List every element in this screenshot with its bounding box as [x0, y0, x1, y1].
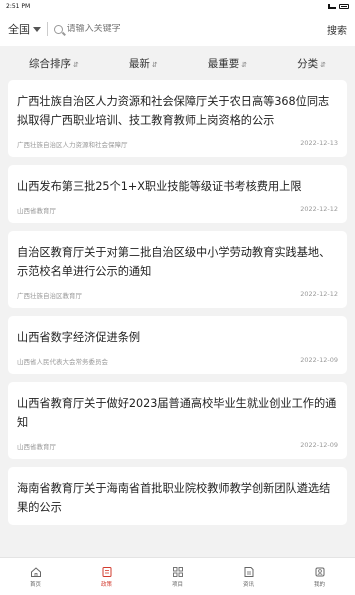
tab-mine[interactable]: 我的: [314, 566, 326, 588]
article-list: 广西壮族自治区人力资源和社会保障厅关于农日高等368位同志拟取得广西职业培训、技…: [0, 80, 355, 525]
search-header: 全国 搜索: [0, 12, 355, 46]
sort-arrows-icon: ⇵: [73, 60, 79, 69]
sort-comprehensive[interactable]: 综合排序 ⇵: [29, 56, 79, 71]
sort-bar: 综合排序 ⇵ 最新 ⇵ 最重要 ⇵ 分类 ⇵: [0, 46, 355, 80]
sort-label: 分类: [297, 57, 319, 70]
article-title: 山西省数字经济促进条例: [17, 331, 141, 344]
tab-label: 政策: [100, 581, 112, 588]
tab-label: 我的: [313, 581, 325, 588]
battery-icon: [339, 3, 349, 9]
region-label: 全国: [8, 23, 30, 36]
policy-icon: [102, 566, 111, 577]
sort-label: 最重要: [207, 57, 240, 70]
article-title: 山西发布第三批25个1+X职业技能等级证书考核费用上限: [17, 180, 302, 193]
search-icon: [54, 24, 63, 34]
divider: [47, 22, 48, 36]
status-icons: [328, 3, 349, 9]
article-meta: 山西省教育厅 2022-12-09: [17, 441, 338, 451]
article-title: 广西壮族自治区人力资源和社会保障厅关于农日高等368位同志拟取得广西职业培训、技…: [17, 95, 330, 127]
sort-important[interactable]: 最重要 ⇵: [208, 56, 247, 71]
search-input[interactable]: [66, 24, 321, 34]
search-button[interactable]: 搜索: [327, 22, 347, 37]
article-card[interactable]: 山西省数字经济促进条例 山西省人民代表大会常务委员会 2022-12-09: [8, 316, 347, 374]
article-source: 山西省教育厅: [17, 443, 56, 451]
region-selector[interactable]: 全国: [8, 21, 41, 37]
article-meta: 广西壮族自治区人力资源和社会保障厅 2022-12-13: [17, 139, 338, 149]
article-title: 山西省教育厅关于做好2023届普通高校毕业生就业创业工作的通知: [17, 397, 337, 429]
sort-label: 最新: [128, 57, 150, 70]
article-meta: 广西壮族自治区教育厅 2022-12-12: [17, 290, 338, 300]
sort-arrows-icon: ⇵: [241, 60, 248, 69]
article-date: 2022-12-09: [300, 356, 338, 364]
search-box[interactable]: [54, 24, 321, 34]
article-card[interactable]: 海南省教育厅关于海南省首批职业院校教师教学创新团队遴选结果的公示: [8, 467, 347, 525]
article-date: 2022-12-12: [300, 205, 338, 213]
article-source: 广西壮族自治区人力资源和社会保障厅: [17, 141, 128, 149]
signal-icon: [328, 3, 336, 9]
article-title: 自治区教育厅关于对第二批自治区级中小学劳动教育实践基地、示范校名单进行公示的通知: [17, 246, 331, 278]
status-time: 2:51 PM: [6, 2, 31, 10]
sort-arrows-icon: ⇵: [151, 60, 158, 69]
sort-latest[interactable]: 最新 ⇵: [129, 56, 158, 71]
user-icon: [315, 567, 324, 576]
sort-arrows-icon: ⇵: [320, 60, 326, 69]
article-title: 海南省教育厅关于海南省首批职业院校教师教学创新团队遴选结果的公示: [17, 482, 331, 514]
article-source: 山西省教育厅: [17, 207, 56, 215]
sort-label: 综合排序: [29, 57, 71, 70]
article-meta: 山西省人民代表大会常务委员会 2022-12-09: [17, 356, 338, 366]
sort-category[interactable]: 分类 ⇵: [297, 56, 326, 71]
tab-label: 项目: [171, 581, 183, 588]
home-icon: [30, 566, 41, 577]
news-icon: [244, 566, 253, 577]
article-card[interactable]: 自治区教育厅关于对第二批自治区级中小学劳动教育实践基地、示范校名单进行公示的通知…: [8, 231, 347, 308]
article-meta: 山西省教育厅 2022-12-12: [17, 205, 338, 215]
article-card[interactable]: 山西省教育厅关于做好2023届普通高校毕业生就业创业工作的通知 山西省教育厅 2…: [8, 382, 347, 459]
article-date: 2022-12-12: [300, 290, 338, 298]
tab-label: 资讯: [242, 581, 254, 588]
article-card[interactable]: 广西壮族自治区人力资源和社会保障厅关于农日高等368位同志拟取得广西职业培训、技…: [8, 80, 347, 157]
tab-project[interactable]: 项目: [172, 566, 184, 588]
article-date: 2022-12-09: [300, 441, 338, 449]
article-date: 2022-12-13: [300, 139, 338, 147]
article-card[interactable]: 山西发布第三批25个1+X职业技能等级证书考核费用上限 山西省教育厅 2022-…: [8, 165, 347, 223]
tab-policy[interactable]: 政策: [101, 566, 113, 588]
tab-news[interactable]: 资讯: [243, 566, 255, 588]
tab-home[interactable]: 首页: [30, 566, 42, 588]
article-source: 广西壮族自治区教育厅: [17, 292, 82, 300]
caret-down-icon: [33, 26, 41, 32]
bottom-tab-bar: 首页 政策 项目 资讯 我的: [0, 557, 355, 595]
status-bar: 2:51 PM: [0, 0, 355, 12]
article-source: 山西省人民代表大会常务委员会: [17, 358, 108, 366]
grid-icon: [172, 566, 183, 577]
tab-label: 首页: [29, 581, 41, 588]
